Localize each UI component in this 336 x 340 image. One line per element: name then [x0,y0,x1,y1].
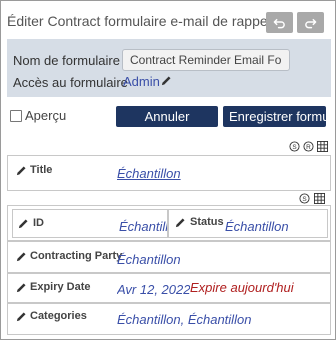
currency-icon[interactable]: S [299,193,310,204]
redo-icon [305,18,317,29]
undo-icon [273,18,285,29]
contracting-party-label: Contracting Party [30,250,123,262]
title-field-value[interactable]: Échantillon [117,166,181,181]
svg-text:R: R [306,144,311,151]
expiry-date-section: Expiry Date Avr 12, 2022 Expire aujourd'… [7,273,331,303]
pencil-icon[interactable] [18,218,29,229]
svg-text:S: S [302,196,306,203]
contracting-party-value[interactable]: Échantillon [117,252,181,267]
dialog-header: Éditer Contract formulaire e-mail de rap… [7,9,331,35]
dialog-title: Éditer Contract formulaire e-mail de rap… [7,13,271,29]
pencil-icon[interactable] [161,75,172,86]
expiry-date-value[interactable]: Avr 12, 2022 [117,282,190,297]
form-access-label: Accès au formulaire [13,75,128,90]
svg-text:S: S [292,144,296,151]
categories-value[interactable]: Échantillon, Échantillon [117,312,251,327]
id-field-label: ID [33,217,44,229]
pencil-icon[interactable] [16,251,27,262]
form-name-input[interactable] [122,49,290,71]
form-name-label: Nom de formulaire [13,53,120,68]
title-field-label: Title [30,164,53,176]
grid-icon[interactable] [317,141,328,152]
pencil-icon[interactable] [16,165,27,176]
status-field-label: Status [190,216,224,228]
redo-button[interactable] [297,12,324,33]
id-cell: ID Échantill [12,209,168,238]
categories-label: Categories [30,310,87,322]
save-form-button[interactable]: Enregistrer formu [223,106,326,127]
expiry-warning: Expire aujourd'hui [190,280,294,295]
pencil-icon[interactable] [16,311,27,322]
pencil-icon[interactable] [16,282,27,293]
undo-button[interactable] [266,12,293,33]
pencil-icon[interactable] [175,217,186,228]
id-field-value[interactable]: Échantill [119,219,167,234]
edit-form-dialog: Éditer Contract formulaire e-mail de rap… [0,0,336,340]
id-status-row: ID Échantill Status Échantillon [7,205,331,241]
grid-icon[interactable] [314,193,325,204]
expiry-date-label: Expiry Date [30,281,91,293]
categories-section: Categories Échantillon, Échantillon [7,303,331,335]
currency-icon[interactable]: S [289,141,300,152]
status-field-value[interactable]: Échantillon [225,219,289,234]
form-access-link[interactable]: Admin [123,74,160,89]
registered-icon[interactable]: R [303,141,314,152]
cancel-button[interactable]: Annuler [116,106,218,127]
title-section: Title Échantillon [7,155,331,191]
contracting-party-section: Contracting Party Échantillon [7,241,331,273]
preview-label: Aperçu [25,108,67,123]
form-settings-panel: Nom de formulaire Accès au formulaire Ad… [7,39,331,97]
preview-checkbox[interactable] [10,110,22,122]
status-cell: Status Échantillon [168,209,328,238]
